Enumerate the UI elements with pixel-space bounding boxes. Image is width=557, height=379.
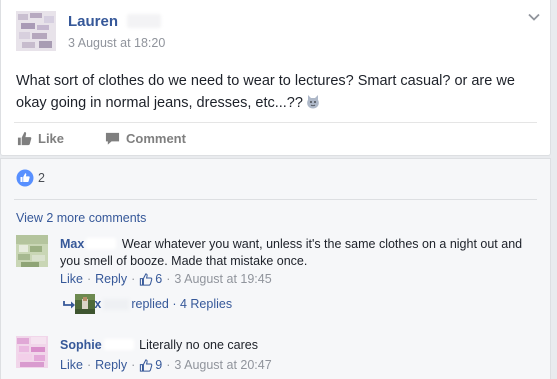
post-author-avatar[interactable] <box>16 11 56 51</box>
comment-button[interactable]: Comment <box>105 131 186 146</box>
view-more-comments-link[interactable]: View 2 more comments <box>16 211 146 225</box>
like-button[interactable]: Like <box>17 131 64 146</box>
reaction-count: 2 <box>38 171 45 185</box>
comment-like-count[interactable]: 9 <box>139 358 162 372</box>
comment-icon <box>105 132 120 145</box>
comment-meta: Like · Reply · 9 · 3 August at 20:47 <box>60 358 272 372</box>
comment-like-count[interactable]: 6 <box>139 272 162 286</box>
redacted-surname <box>103 298 130 310</box>
commenter-name[interactable]: Sophie <box>60 338 102 352</box>
meta-separator: · <box>86 272 92 286</box>
comment-timestamp[interactable]: 3 August at 20:47 <box>174 358 271 372</box>
comment-body: Max Wear whatever you want, unless it's … <box>60 236 540 270</box>
comment-meta: Like · Reply · 6 · 3 August at 19:45 <box>60 272 272 286</box>
meta-separator: · <box>166 358 171 372</box>
comment-avatar[interactable] <box>16 336 48 368</box>
chevron-down-icon[interactable] <box>527 10 541 24</box>
comment-label: Comment <box>126 131 186 146</box>
post-text: What sort of clothes do we need to wear … <box>16 73 515 111</box>
comment-body: Sophie Literally no one cares <box>60 337 540 354</box>
like-badge-icon <box>16 169 34 187</box>
like-label: Like <box>38 131 65 146</box>
view-replies-link[interactable]: Max replied · 4 Replies <box>63 294 233 314</box>
commenter-name[interactable]: Max <box>60 237 84 251</box>
post-body: What sort of clothes do we need to wear … <box>16 70 541 117</box>
like-count: 9 <box>155 358 163 372</box>
thumbs-up-outline-icon <box>140 358 153 372</box>
thumbs-up-icon <box>17 131 32 146</box>
post-card: Lauren 3 August at 18:20 What sort of cl… <box>0 0 551 156</box>
meta-separator: · <box>131 272 136 286</box>
post-timestamp[interactable]: 3 August at 18:20 <box>68 36 165 50</box>
meta-separator: · <box>86 358 92 372</box>
comment-reply-link[interactable]: Reply <box>95 272 127 286</box>
like-count: 6 <box>155 272 163 286</box>
reply-count: replied · 4 Replies <box>131 297 233 311</box>
redacted-surname <box>86 238 117 249</box>
comment-timestamp[interactable]: 3 August at 19:45 <box>174 272 271 286</box>
comment-text: Literally no one cares <box>139 338 258 352</box>
cat-emoji-icon <box>306 94 320 117</box>
meta-separator: · <box>131 358 136 372</box>
redacted-surname <box>103 339 134 350</box>
comment-text: Wear whatever you want, unless it's the … <box>60 237 523 268</box>
comment-avatar[interactable] <box>16 235 48 267</box>
reaction-divider <box>14 199 537 200</box>
comment-like-link[interactable]: Like <box>60 358 83 372</box>
comment-reply-link[interactable]: Reply <box>95 358 127 372</box>
reply-avatar <box>75 294 95 314</box>
reaction-summary[interactable]: 2 <box>16 169 45 187</box>
thumbs-up-outline-icon <box>140 272 153 286</box>
comment-like-link[interactable]: Like <box>60 272 83 286</box>
comments-section: 2 View 2 more comments Max Wear whatever… <box>0 158 551 379</box>
redacted-surname <box>127 14 161 28</box>
post-author-name[interactable]: Lauren <box>68 13 118 30</box>
meta-separator: · <box>166 272 171 286</box>
post-divider <box>14 122 537 123</box>
